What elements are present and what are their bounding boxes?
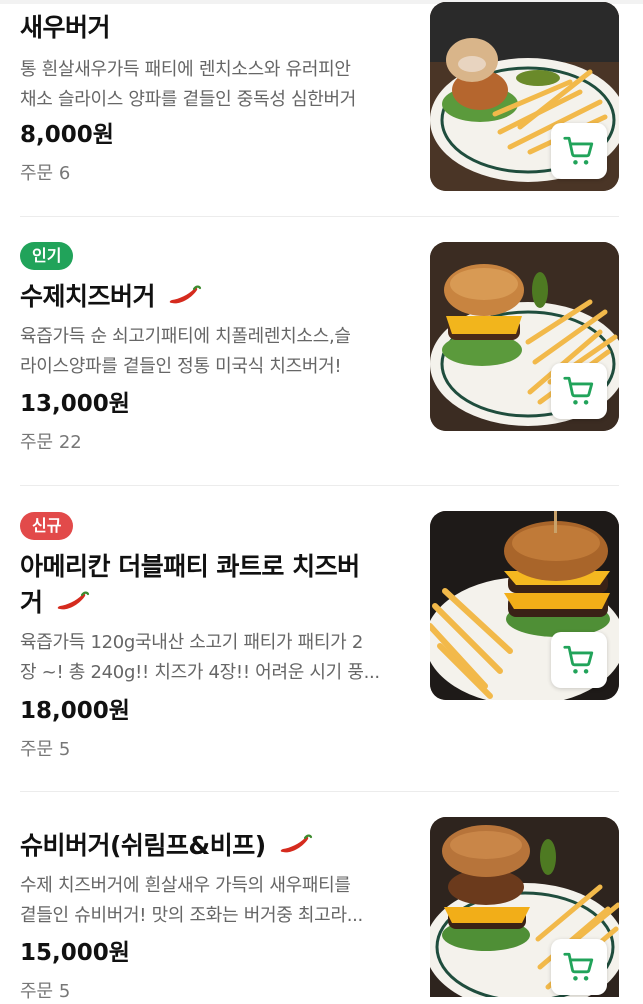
menu-item-name: 아메리칸 더블패티 콰트로 치즈버 거 (20, 552, 360, 617)
menu-item-description: 통 흰살새우가득 패티에 렌치소스와 유러피안 채소 슬라이스 양파를 곁들인 … (20, 59, 357, 110)
menu-item-price: 13,000원 (20, 391, 130, 417)
menu-item-shrimp-burger[interactable]: 새우버거 통 흰살새우가득 패티에 렌치소스와 유러피안 채소 슬라이스 양파를… (0, 0, 643, 216)
add-to-cart-button[interactable] (551, 363, 607, 419)
add-to-cart-button[interactable] (551, 123, 607, 179)
menu-item-shrimp-beef-burger[interactable]: 슈비버거(쉬림프&비프) 수제 치즈버거에 흰살새우 가득의 새우패티를 곁들인… (0, 792, 643, 1002)
double-patty-burger-photo[interactable] (430, 511, 619, 700)
menu-item-name: 수제치즈버거 (20, 279, 400, 315)
cheese-burger-photo[interactable] (430, 242, 619, 431)
menu-item-price: 15,000원 (20, 940, 130, 966)
menu-item-name: 슈비버거(쉬림프&비프) (20, 828, 420, 864)
add-to-cart-button[interactable] (551, 632, 607, 688)
menu-item-order-count: 주문 6 (20, 163, 71, 184)
menu-item-order-count: 주문 5 (20, 739, 71, 760)
chili-pepper-icon (280, 834, 312, 853)
menu-item-cheese-burger[interactable]: 인기 수제치즈버거 육즙가득 순 쇠고기패티에 치폴레렌치소스,슬 라이스양파를… (0, 217, 643, 485)
menu-item-order-count: 주문 5 (20, 981, 71, 1002)
new-badge: 신규 (20, 512, 74, 540)
menu-item-description: 수제 치즈버거에 흰살새우 가득의 새우패티를 곁들인 슈비버거! 맛의 조화는… (20, 875, 363, 926)
shrimp-beef-burger-photo[interactable] (430, 817, 619, 997)
menu-item-description: 육즙가득 120g국내산 소고기 패티가 패티가 2 장 ~! 총 240g!!… (20, 632, 380, 683)
menu-item-double-patty-cheese-burger[interactable]: 신규 아메리칸 더블패티 콰트로 치즈버 거 육즙가득 120g국내산 소고기 … (0, 486, 643, 791)
menu-item-order-count: 주문 22 (20, 432, 82, 453)
cart-icon (563, 136, 594, 165)
add-to-cart-button[interactable] (551, 939, 607, 995)
menu-item-description: 육즙가득 순 쇠고기패티에 치폴레렌치소스,슬 라이스양파를 곁들인 정통 미국… (20, 326, 351, 377)
cart-icon (563, 376, 594, 405)
menu-item-price: 18,000원 (20, 698, 130, 724)
popular-badge: 인기 (20, 242, 74, 270)
chili-pepper-icon (57, 591, 89, 610)
menu-item-name: 새우버거 (20, 13, 111, 42)
chili-pepper-icon (169, 285, 202, 304)
cart-icon (563, 952, 594, 981)
menu-item-price: 8,000원 (20, 122, 114, 148)
cart-icon (563, 645, 594, 674)
shrimp-burger-photo[interactable] (430, 2, 619, 191)
